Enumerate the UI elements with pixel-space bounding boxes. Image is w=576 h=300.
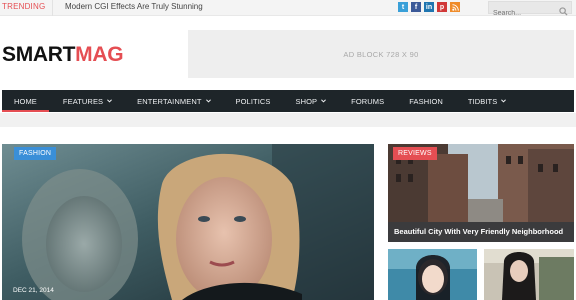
nav-label: FORUMS <box>351 96 385 106</box>
featured-image <box>2 144 374 300</box>
nav-item-forums[interactable]: FORUMS <box>351 90 384 112</box>
nav-item-home[interactable]: HOME <box>2 90 49 112</box>
chevron-down-icon <box>321 99 327 103</box>
nav-label: POLITICS <box>235 96 271 106</box>
top-bar: TRENDING Modern CGI Effects Are Truly St… <box>0 0 576 19</box>
post-date: DEC 21, 2014 <box>13 287 54 294</box>
nav-item-tidbits[interactable]: TIDBITS <box>467 90 507 112</box>
logo-text-smart: SMART <box>2 43 76 66</box>
site-logo[interactable]: SMARTMAG <box>2 43 124 67</box>
trending-divider <box>52 0 53 16</box>
search-icon[interactable] <box>559 3 568 21</box>
nav-label: FEATURES <box>62 96 104 106</box>
chevron-down-icon <box>501 99 507 103</box>
linkedin-icon[interactable]: in <box>424 2 434 12</box>
facebook-icon[interactable]: f <box>411 2 421 12</box>
nav-label: HOME <box>14 96 37 106</box>
social-icons: t f in p <box>398 2 460 12</box>
side-post-city[interactable]: REVIEWS Beautiful City With Very Friendl… <box>388 144 574 242</box>
side-post-thumb-2[interactable] <box>484 249 574 300</box>
nav-item-features[interactable]: FEATURES <box>62 90 113 112</box>
category-badge-reviews[interactable]: REVIEWS <box>393 147 437 160</box>
rss-icon[interactable] <box>450 2 460 12</box>
nav-label: TIDBITS <box>467 96 498 106</box>
side-post-thumb-1[interactable] <box>388 249 477 300</box>
side-post-title[interactable]: Beautiful City With Very Friendly Neighb… <box>394 227 563 236</box>
logo-text-mag: MAG <box>75 43 124 66</box>
nav-label: SHOP <box>295 96 318 106</box>
nav-label: FASHION <box>409 96 443 106</box>
thumb-image-1 <box>388 249 477 300</box>
nav-item-entertainment[interactable]: ENTERTAINMENT <box>137 90 211 112</box>
pinterest-icon[interactable]: p <box>437 2 447 12</box>
trending-label: TRENDING <box>2 2 46 11</box>
nav-item-politics[interactable]: POLITICS <box>236 90 271 112</box>
category-badge-fashion[interactable]: FASHION <box>14 147 57 160</box>
chevron-down-icon <box>107 99 113 103</box>
content-divider-strip <box>0 113 576 127</box>
page: TRENDING Modern CGI Effects Are Truly St… <box>0 0 576 300</box>
chevron-down-icon <box>205 99 211 103</box>
nav-item-shop[interactable]: SHOP <box>296 90 327 112</box>
nav-label: ENTERTAINMENT <box>137 96 202 106</box>
search-box <box>488 1 572 19</box>
search-input[interactable] <box>489 8 555 19</box>
trending-headline-link[interactable]: Modern CGI Effects Are Truly Stunning <box>65 2 203 11</box>
main-nav: HOME FEATURES ENTERTAINMENT POLITICS SHO… <box>2 90 574 112</box>
thumb-image-2 <box>484 249 574 300</box>
twitter-icon[interactable]: t <box>398 2 408 12</box>
featured-post[interactable]: FASHION DEC 21, 2014 <box>2 144 374 300</box>
ad-block: AD BLOCK 728 X 90 <box>188 30 574 78</box>
nav-item-fashion[interactable]: FASHION <box>409 90 443 112</box>
